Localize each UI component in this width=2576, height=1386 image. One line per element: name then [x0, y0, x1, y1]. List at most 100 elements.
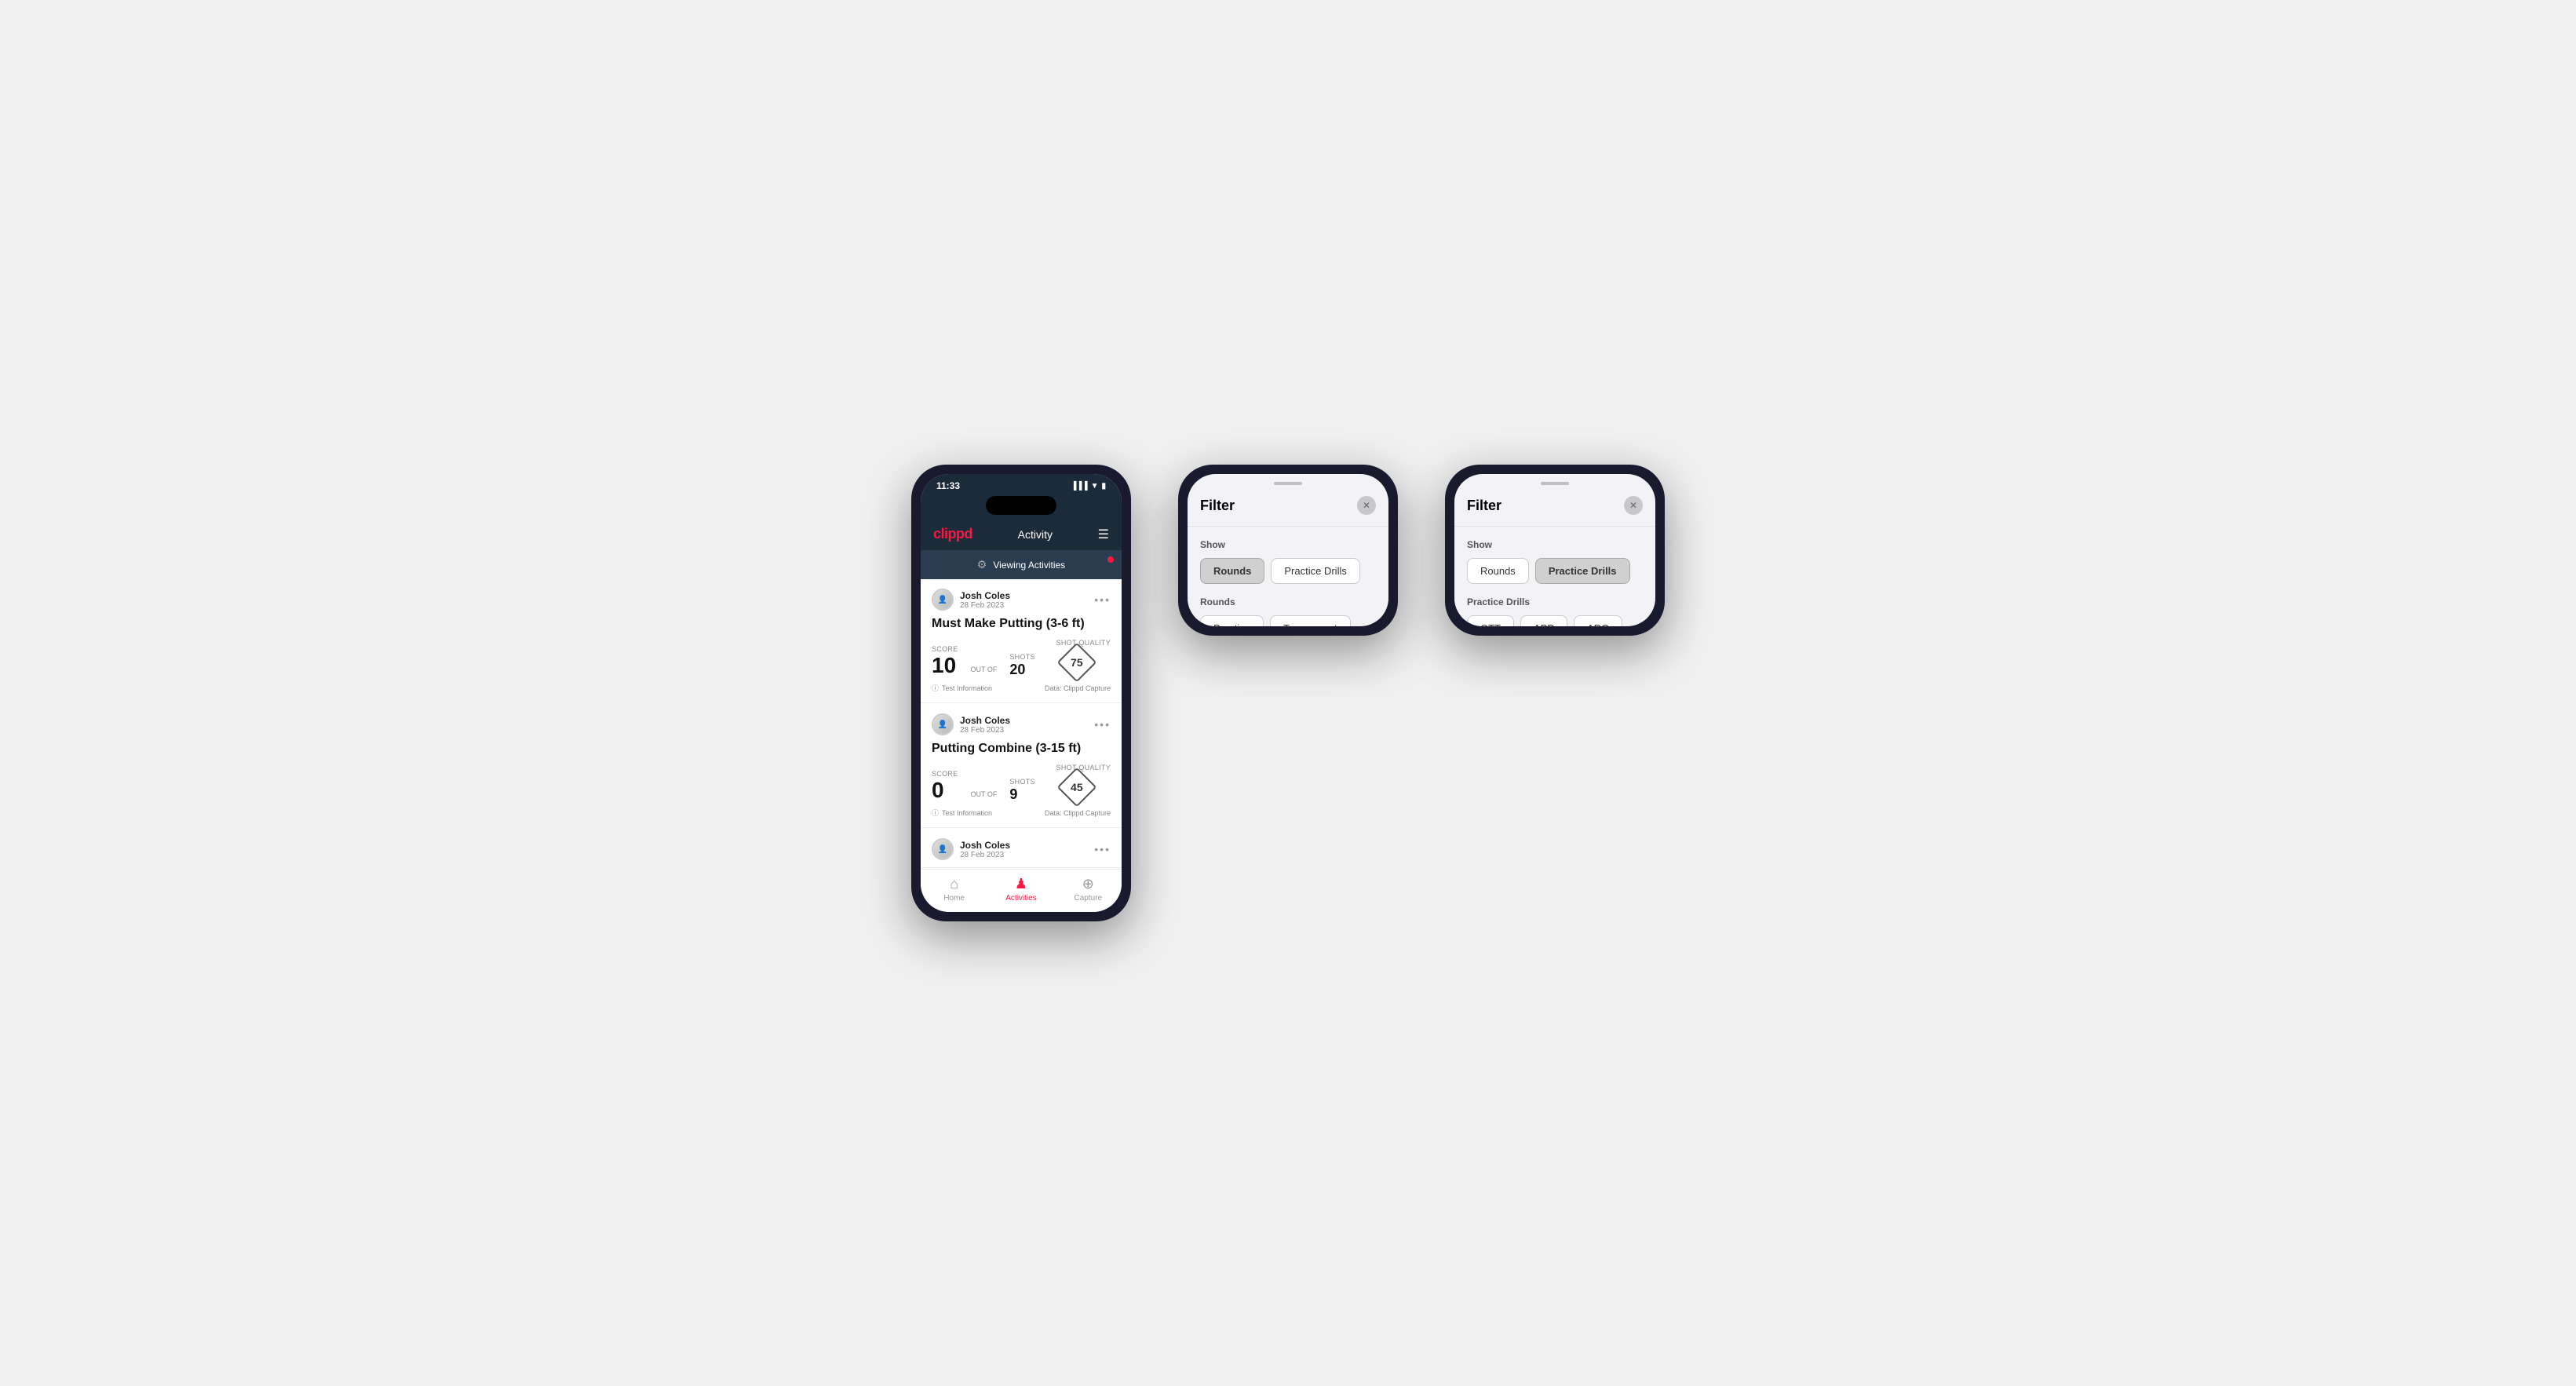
- show-buttons-3: Rounds Practice Drills: [1467, 558, 1643, 584]
- modal-overlay-3: Filter ✕ Show Rounds Practice Drills Pra…: [1454, 474, 1655, 626]
- filter-modal-2: Filter ✕ Show Rounds Practice Drills Rou…: [1188, 474, 1388, 626]
- shots-value-2: 9: [1009, 787, 1035, 801]
- sq-badge-2: 45: [1056, 768, 1096, 808]
- menu-icon-1[interactable]: ☰: [1098, 527, 1109, 542]
- sq-value-1: 75: [1071, 656, 1083, 669]
- logo-1: clippd: [933, 526, 972, 542]
- avatar-2: 👤: [932, 713, 954, 735]
- user-date-3: 28 Feb 2023: [960, 851, 1010, 859]
- activity-title-2: Putting Combine (3-15 ft): [932, 742, 1111, 756]
- viewing-bar-text-1: Viewing Activities: [993, 560, 1065, 571]
- card-header-2: 👤 Josh Coles 28 Feb 2023 •••: [932, 713, 1111, 735]
- modal-body-2: Show Rounds Practice Drills Rounds Pract…: [1188, 527, 1388, 626]
- card-header-3: 👤 Josh Coles 28 Feb 2023 •••: [932, 838, 1111, 860]
- status-icons-1: ▐▐▐ ▼ ▮: [1071, 482, 1106, 491]
- user-details-3: Josh Coles 28 Feb 2023: [960, 840, 1010, 859]
- rounds-show-btn-2[interactable]: Rounds: [1200, 558, 1264, 584]
- data-source-1: Data: Clippd Capture: [1045, 684, 1111, 692]
- island-pill-1: [986, 496, 1056, 515]
- user-info-3: 👤 Josh Coles 28 Feb 2023: [932, 838, 1010, 860]
- close-button-3[interactable]: ✕: [1624, 496, 1643, 515]
- nav-title-1: Activity: [1018, 528, 1053, 541]
- status-time-1: 11:33: [936, 480, 960, 491]
- capture-icon-1: ⊕: [1082, 876, 1094, 892]
- filter-modal-3: Filter ✕ Show Rounds Practice Drills Pra…: [1454, 474, 1655, 626]
- score-group-1: Score 10: [932, 645, 958, 677]
- user-details-1: Josh Coles 28 Feb 2023: [960, 590, 1010, 610]
- show-label-2: Show: [1200, 539, 1376, 550]
- score-value-2: 0: [932, 779, 958, 801]
- phone-2-screen: 11:33 ▐▐▐ ▼ ▮ clippd Activity ☰ ⚙ Viewin…: [1188, 474, 1388, 626]
- modal-header-2: Filter ✕: [1188, 490, 1388, 527]
- modal-overlay-2: Filter ✕ Show Rounds Practice Drills Rou…: [1188, 474, 1388, 626]
- sq-label-2: Shot Quality: [1056, 764, 1111, 771]
- avatar-3: 👤: [932, 838, 954, 860]
- shots-label-2: Shots: [1009, 778, 1035, 786]
- activity-title-1: Must Make Putting (3-6 ft): [932, 617, 1111, 631]
- test-info-2: ⓘ Test Information: [932, 808, 992, 818]
- tournament-btn-2[interactable]: Tournament: [1270, 615, 1351, 626]
- phone-1-screen: 11:33 ▐▐▐ ▼ ▮ clippd Activity ☰ ⚙ Viewin: [921, 474, 1122, 912]
- shots-group-1: Shots 20: [1009, 653, 1035, 677]
- out-of-1: OUT OF: [971, 666, 998, 677]
- practice-drills-show-btn-3[interactable]: Practice Drills: [1535, 558, 1630, 584]
- rounds-show-btn-3[interactable]: Rounds: [1467, 558, 1529, 584]
- modal-handle-3: [1454, 474, 1655, 490]
- score-value-1: 10: [932, 655, 958, 677]
- practice-drills-show-btn-2[interactable]: Practice Drills: [1271, 558, 1359, 584]
- activity-card-1: 👤 Josh Coles 28 Feb 2023 ••• Must Make P…: [921, 579, 1122, 703]
- stats-row-1: Score 10 OUT OF Shots 20 Shot Quality 75: [932, 639, 1111, 677]
- user-name-1: Josh Coles: [960, 590, 1010, 601]
- ott-btn-3[interactable]: OTT: [1467, 615, 1514, 626]
- avatar-img-2: 👤: [933, 715, 952, 734]
- activity-card-2: 👤 Josh Coles 28 Feb 2023 ••• Putting Com…: [921, 704, 1122, 828]
- practice-btn-2[interactable]: Practice: [1200, 615, 1264, 626]
- more-dots-3[interactable]: •••: [1094, 843, 1111, 855]
- avatar-1: 👤: [932, 589, 954, 611]
- user-name-3: Josh Coles: [960, 840, 1010, 851]
- activities-icon-1: ♟: [1015, 876, 1027, 892]
- score-group-2: Score 0: [932, 770, 958, 801]
- app-btn-3[interactable]: APP: [1520, 615, 1567, 626]
- sq-value-2: 45: [1071, 781, 1083, 793]
- nav-item-home-1[interactable]: ⌂ Home: [921, 876, 987, 903]
- nav-header-1: clippd Activity ☰: [921, 518, 1122, 550]
- rounds-label-2: Rounds: [1200, 596, 1376, 607]
- bottom-nav-1: ⌂ Home ♟ Activities ⊕ Capture: [921, 869, 1122, 912]
- shots-group-2: Shots 9: [1009, 778, 1035, 801]
- more-dots-2[interactable]: •••: [1094, 718, 1111, 731]
- modal-title-3: Filter: [1467, 498, 1501, 514]
- out-of-2: OUT OF: [971, 790, 998, 801]
- data-source-2: Data: Clippd Capture: [1045, 809, 1111, 817]
- modal-title-2: Filter: [1200, 498, 1235, 514]
- nav-item-capture-1[interactable]: ⊕ Capture: [1055, 876, 1122, 903]
- arg-btn-3[interactable]: ARG: [1574, 615, 1622, 626]
- user-info-2: 👤 Josh Coles 28 Feb 2023: [932, 713, 1010, 735]
- sq-badge-1: 75: [1056, 643, 1096, 683]
- sq-label-1: Shot Quality: [1056, 639, 1111, 647]
- info-icon-1: ⓘ: [932, 683, 939, 693]
- phones-container: 11:33 ▐▐▐ ▼ ▮ clippd Activity ☰ ⚙ Viewin: [911, 465, 1665, 921]
- user-date-2: 28 Feb 2023: [960, 726, 1010, 735]
- more-dots-1[interactable]: •••: [1094, 593, 1111, 606]
- test-info-1: ⓘ Test Information: [932, 683, 992, 693]
- nav-item-activities-1[interactable]: ♟ Activities: [987, 876, 1054, 903]
- modal-handle-2: [1188, 474, 1388, 490]
- handle-bar-2: [1274, 482, 1302, 485]
- activity-card-3-partial: 👤 Josh Coles 28 Feb 2023 •••: [921, 829, 1122, 868]
- sq-group-1: Shot Quality 75: [1056, 639, 1111, 677]
- battery-icon: ▮: [1101, 482, 1106, 491]
- user-name-2: Josh Coles: [960, 715, 1010, 726]
- info-icon-2: ⓘ: [932, 808, 939, 818]
- filter-icon-1: ⚙: [977, 558, 987, 571]
- rounds-buttons-2: Practice Tournament: [1200, 615, 1376, 626]
- viewing-bar-1[interactable]: ⚙ Viewing Activities: [921, 550, 1122, 579]
- activity-footer-2: ⓘ Test Information Data: Clippd Capture: [932, 808, 1111, 818]
- activity-footer-1: ⓘ Test Information Data: Clippd Capture: [932, 683, 1111, 693]
- user-details-2: Josh Coles 28 Feb 2023: [960, 715, 1010, 735]
- wifi-icon: ▼: [1091, 482, 1099, 491]
- close-button-2[interactable]: ✕: [1357, 496, 1376, 515]
- shots-value-1: 20: [1009, 662, 1035, 677]
- phone-2: 11:33 ▐▐▐ ▼ ▮ clippd Activity ☰ ⚙ Viewin…: [1178, 465, 1398, 636]
- activity-list-1: 👤 Josh Coles 28 Feb 2023 ••• Must Make P…: [921, 579, 1122, 869]
